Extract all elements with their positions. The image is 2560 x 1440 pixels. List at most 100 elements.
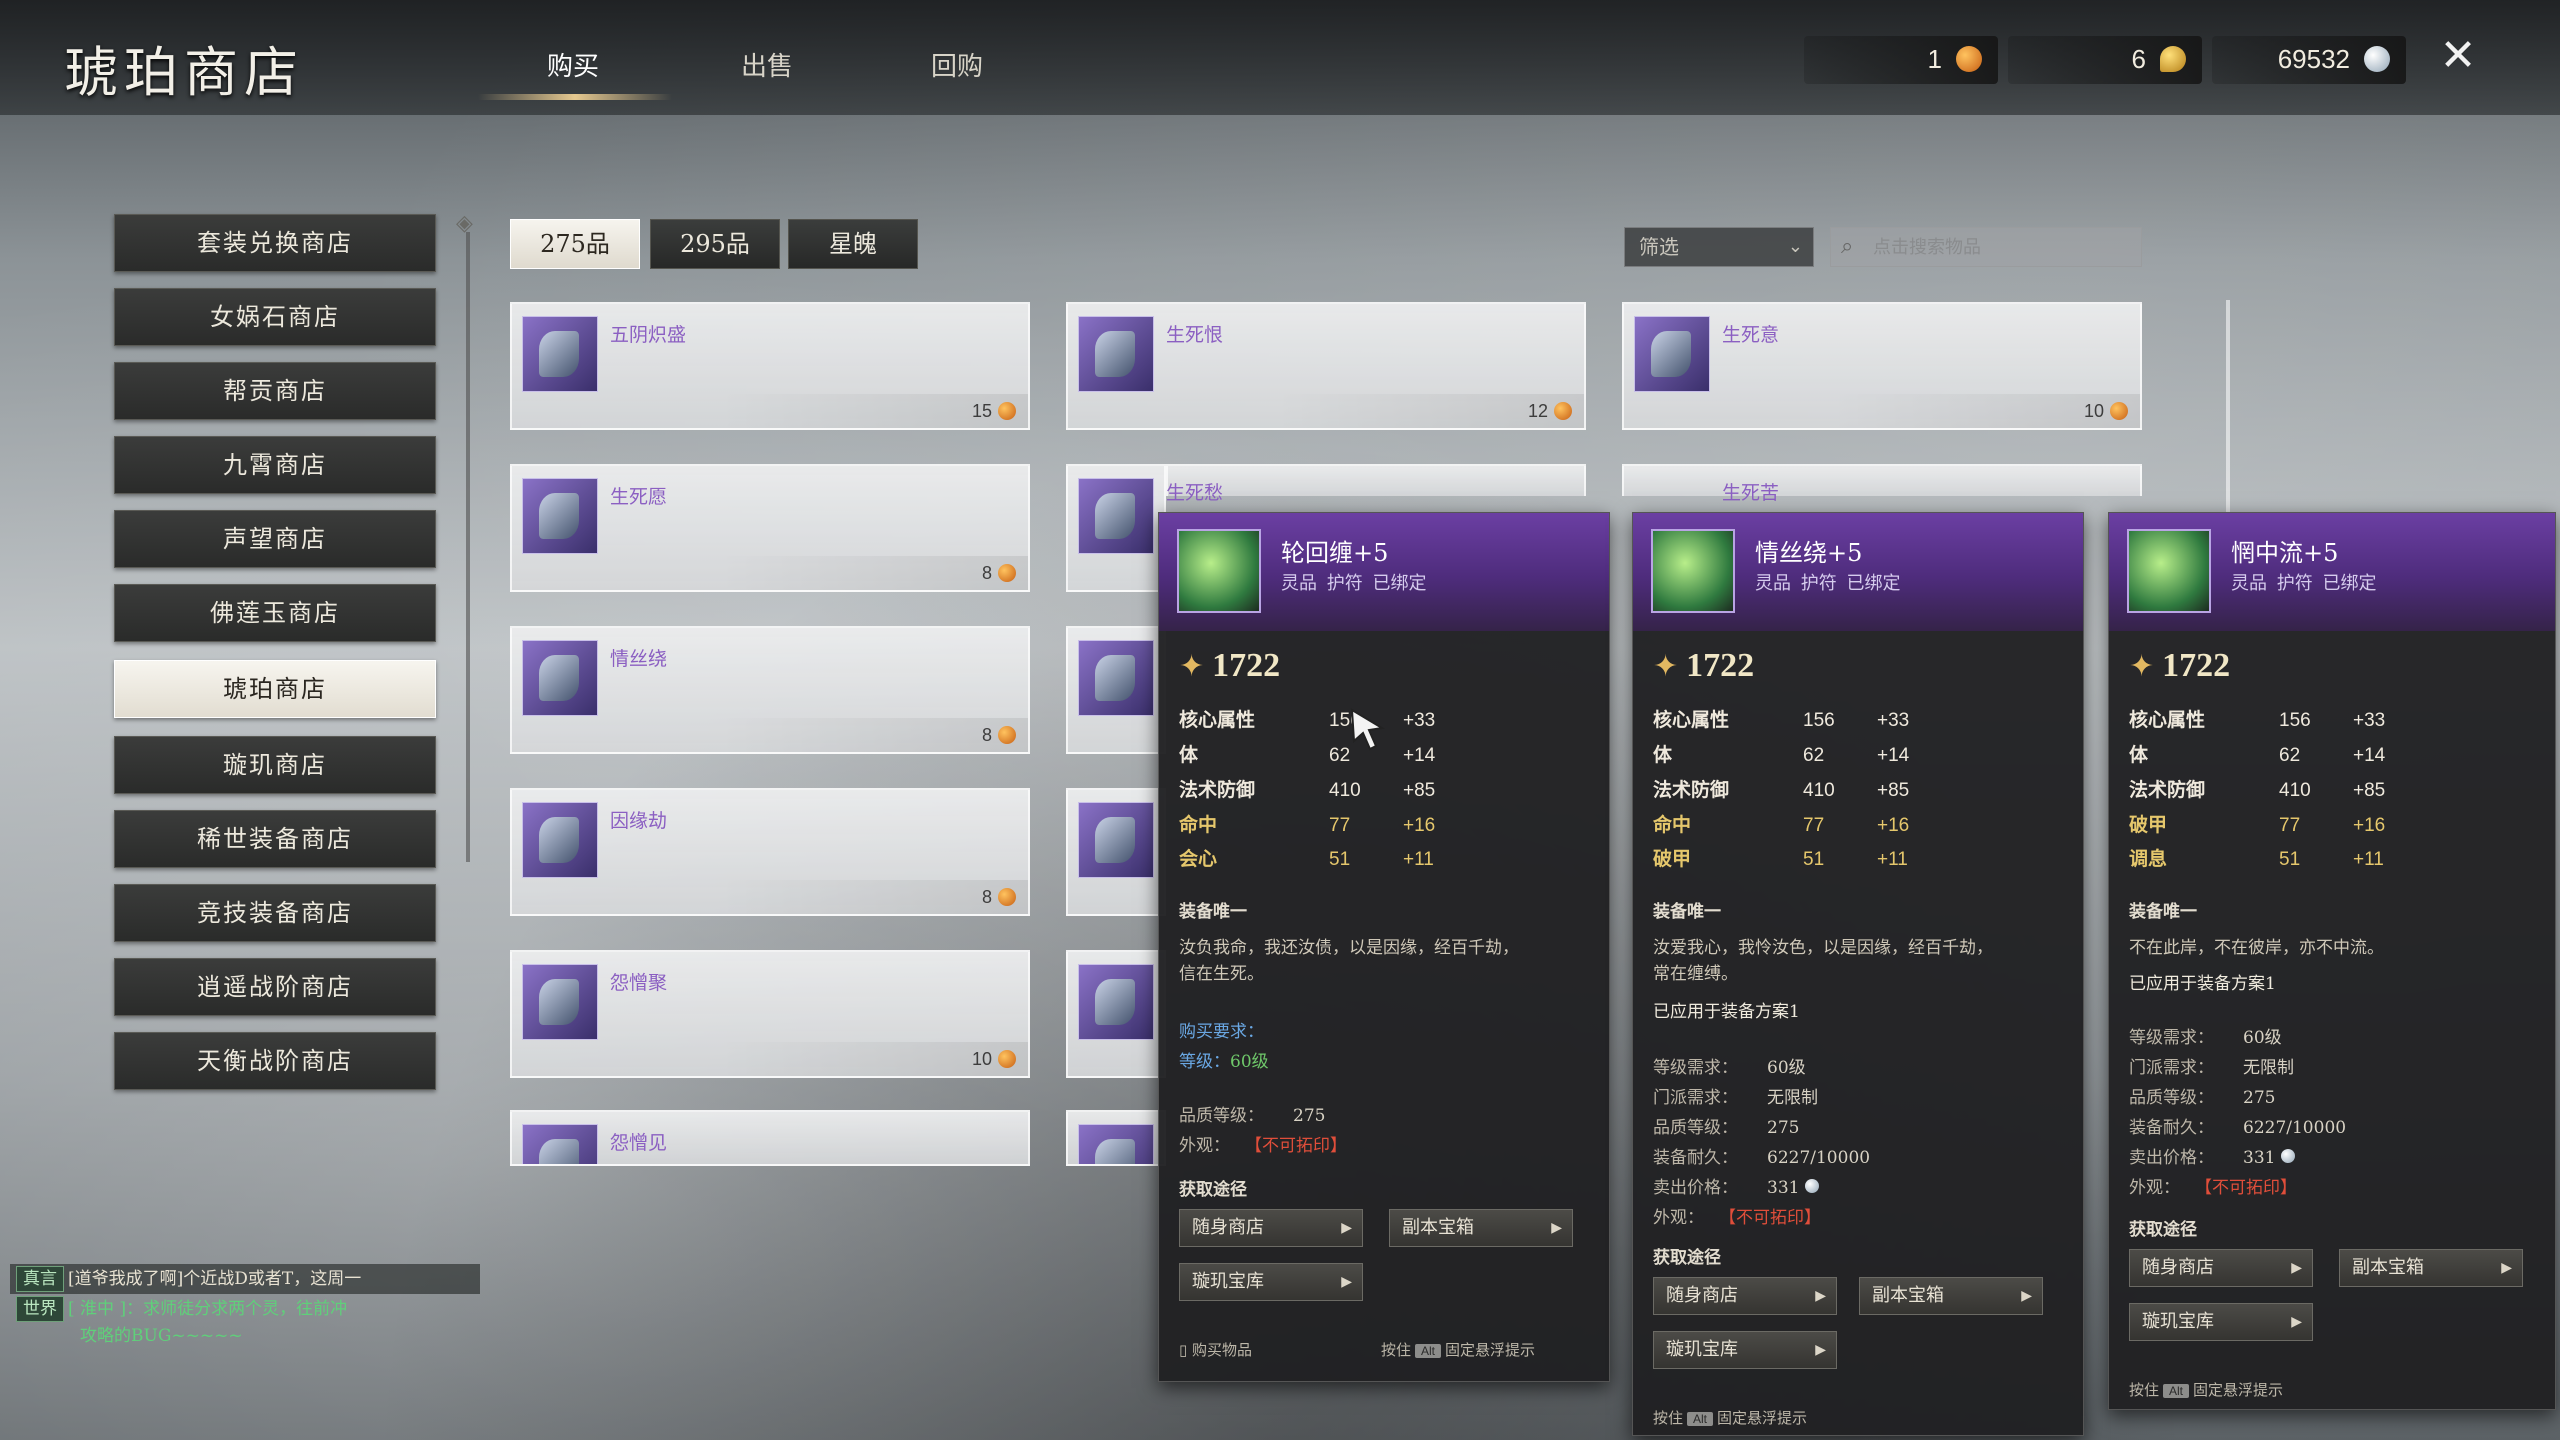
source-button[interactable]: 璇玑宝库 ▶: [1179, 1263, 1363, 1301]
source-button[interactable]: 副本宝箱 ▶: [2339, 1249, 2523, 1287]
scroll-knob-icon[interactable]: ◈: [456, 212, 480, 236]
search-input[interactable]: [1873, 232, 2133, 262]
detail-value: 60级: [1767, 1058, 1806, 1078]
source-button[interactable]: 随身商店 ▶: [1653, 1277, 1837, 1315]
item-card[interactable]: [1066, 788, 1166, 916]
item-card[interactable]: 五阴炽盛 15: [510, 302, 1030, 430]
item-card[interactable]: 生死意 10: [1622, 302, 2142, 430]
chat-panel: 真言 [道爷我成了啊]个近战D或者T，这周一 世界[ 淮中 ]：求师徒分求两个灵，…: [10, 1264, 480, 1348]
tab-sell[interactable]: 出售: [672, 46, 862, 83]
source-button[interactable]: 璇玑宝库 ▶: [2129, 1303, 2313, 1341]
sidebar-item-tianheng-rank[interactable]: 天衡战阶商店: [114, 1032, 436, 1090]
stat-bonus: +14: [1877, 745, 1910, 766]
silver-icon: [2280, 1149, 2295, 1163]
alt-keycap: Alt: [1415, 1344, 1442, 1358]
source-button[interactable]: 副本宝箱 ▶: [1389, 1209, 1573, 1247]
source-button[interactable]: 随身商店 ▶: [2129, 1249, 2313, 1287]
source-label: 随身商店: [1666, 1285, 1738, 1306]
stat-bonus: +11: [1403, 849, 1434, 870]
item-price: 10: [2083, 401, 2104, 421]
amber-icon: [998, 888, 1016, 906]
stat-bonus: +16: [1403, 815, 1436, 836]
source-button[interactable]: 副本宝箱 ▶: [1859, 1277, 2043, 1315]
item-icon: [522, 1124, 598, 1164]
item-name: 生死愁: [1166, 482, 1224, 504]
stat-label: 体: [2129, 744, 2149, 766]
source-button[interactable]: 随身商店 ▶: [1179, 1209, 1363, 1247]
stat-label: 调息: [2129, 848, 2168, 870]
chat-line: 攻略的BUG~~~~~: [80, 1326, 243, 1346]
price-bar: [1068, 394, 1584, 428]
item-card[interactable]: 怨憎见: [510, 1110, 1030, 1166]
appearance-row: 外观： 【不可拓印】: [1179, 1131, 1347, 1156]
item-card[interactable]: [1066, 950, 1166, 1078]
subtab-275[interactable]: 275品: [510, 219, 640, 269]
sidebar-item-xiaoyao-rank[interactable]: 逍遥战阶商店: [114, 958, 436, 1016]
sidebar-item-jiuxiao[interactable]: 九霄商店: [114, 436, 436, 494]
sidebar-item-arena-equip[interactable]: 竞技装备商店: [114, 884, 436, 942]
close-icon[interactable]: ✕: [2432, 30, 2484, 82]
stat-label: 会心: [1179, 848, 1218, 870]
sidebar-item-guild[interactable]: 帮贡商店: [114, 362, 436, 420]
source-label: 副本宝箱: [1872, 1285, 1944, 1306]
tooltip-title: 情丝绕+5: [1755, 539, 1863, 567]
detail-row: 等级需求： 60级: [2129, 1023, 2282, 1048]
subtab-295[interactable]: 295品: [650, 219, 780, 269]
flavor-text: 汝负我命，我还汝债，以是因缘，经百千劫，: [1179, 938, 1519, 958]
tab-buy[interactable]: 购买: [478, 46, 668, 83]
subtab-star-soul[interactable]: 星魄: [788, 219, 918, 269]
tab-buyback[interactable]: 回购: [862, 46, 1052, 83]
stat-label: 法术防御: [2129, 779, 2206, 801]
stat-value: 156: [2279, 710, 2311, 731]
filter-dropdown[interactable]: 筛选 ⌄: [1624, 227, 1814, 267]
sidebar-item-rare-equip[interactable]: 稀世装备商店: [114, 810, 436, 868]
search-box[interactable]: ⌕: [1830, 227, 2142, 267]
unique-tag: 装备唯一: [2129, 902, 2197, 922]
requirement-title-text: 购买要求：: [1179, 1022, 1264, 1042]
item-card[interactable]: [1066, 626, 1166, 754]
item-card[interactable]: [1066, 464, 1166, 592]
stat-label: 破甲: [2129, 814, 2168, 836]
item-name: 生死意: [1722, 324, 1780, 346]
amber-icon: [998, 726, 1016, 744]
detail-row: 品质等级： 275: [2129, 1083, 2275, 1108]
tooltip-subtitle: 灵品 护符 已绑定: [1281, 573, 1427, 594]
item-card[interactable]: 生死愿 8: [510, 464, 1030, 592]
stat-value: 410: [1803, 780, 1835, 801]
item-card-header[interactable]: 生死苦: [1622, 464, 2142, 504]
amber-icon: [1554, 402, 1572, 420]
amber-icon: [1956, 46, 1982, 72]
sidebar-item-xuanji[interactable]: 璇玑商店: [114, 736, 436, 794]
stat-label: 命中: [1179, 814, 1218, 836]
stat-label: 核心属性: [2129, 709, 2206, 731]
sidebar-item-nvwa-stone[interactable]: 女娲石商店: [114, 288, 436, 346]
item-card[interactable]: 情丝绕 8: [510, 626, 1030, 754]
stat-row: 体 62 +14: [1653, 740, 1909, 767]
sidebar-item-amber[interactable]: 琥珀商店: [114, 660, 436, 718]
item-card-header[interactable]: 生死愁: [1166, 464, 1586, 504]
detail-value: 6227/10000: [2243, 1118, 2347, 1138]
stat-row: 法术防御 410 +85: [1653, 775, 1909, 802]
item-card[interactable]: [1066, 1110, 1166, 1166]
item-card[interactable]: 怨憎聚 10: [510, 950, 1030, 1078]
item-card[interactable]: 因缘劫 8: [510, 788, 1030, 916]
arrow-right-icon: ▶: [1341, 1274, 1352, 1290]
requirement-level: 等级：60级: [1179, 1049, 1269, 1075]
item-price: 8: [981, 887, 992, 907]
item-price: 8: [981, 725, 992, 745]
appearance-label: 外观：: [1179, 1136, 1230, 1156]
sidebar-item-set-exchange[interactable]: 套装兑换商店: [114, 214, 436, 272]
source-button[interactable]: 璇玑宝库 ▶: [1653, 1331, 1837, 1369]
buy-hint: 购买物品: [1192, 1341, 1253, 1359]
item-icon: [522, 640, 598, 716]
applied-plan: 已应用于装备方案1: [1653, 1002, 1800, 1022]
amber-icon: [998, 564, 1016, 582]
sidebar-item-reputation[interactable]: 声望商店: [114, 510, 436, 568]
sidebar-scrollbar[interactable]: [466, 232, 470, 862]
gear-score-value: 1722: [1212, 647, 1281, 684]
sidebar-item-lotus-jade[interactable]: 佛莲玉商店: [114, 584, 436, 642]
item-card[interactable]: 生死恨 12: [1066, 302, 1586, 430]
stat-label: 体: [1179, 744, 1199, 766]
stat-value: 51: [2279, 849, 2301, 870]
detail-value: 无限制: [1767, 1088, 1818, 1108]
